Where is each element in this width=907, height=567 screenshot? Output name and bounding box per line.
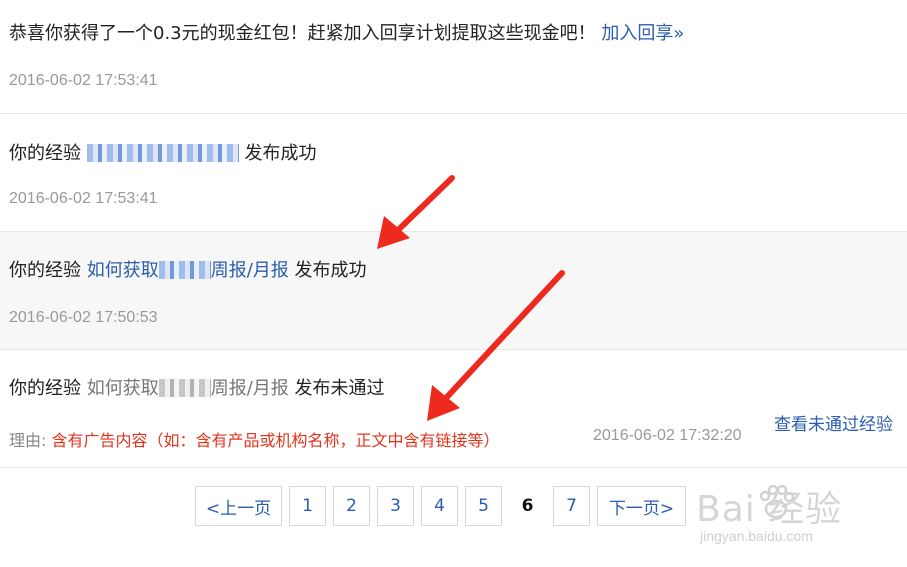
message-timestamp: 2016-06-02 17:32:20 xyxy=(593,427,742,444)
current-page-indicator: 6 xyxy=(521,496,534,516)
baidu-jingyan-watermark: Bai 经验 jingyan.baidu.com xyxy=(696,478,896,558)
message-prefix: 你的经验 xyxy=(9,143,81,164)
message-status: 发布未通过 xyxy=(294,378,385,399)
paw-icon xyxy=(759,484,795,519)
view-rejected-experience-link[interactable]: 查看未通过经验 xyxy=(774,410,893,435)
message-text: 恭喜你获得了一个0.3元的现金红包！赶紧加入回享计划提取这些现金吧！ 加入回享» xyxy=(9,22,684,46)
page-2-button[interactable]: 2 xyxy=(333,486,370,526)
next-page-button[interactable]: 下一页> xyxy=(597,486,686,526)
experience-title-start: 如何获取 xyxy=(86,378,159,399)
join-program-link[interactable]: 加入回享» xyxy=(601,23,684,44)
prev-page-button[interactable]: <上一页 xyxy=(195,486,282,526)
experience-title-link[interactable]: 如何获取 周报/月报 xyxy=(87,260,289,281)
watermark-url: jingyan.baidu.com xyxy=(700,528,813,544)
message-item-rejected: 你的经验 如何获取 周报/月报 发布未通过 理由: 含有广告内容（如：含有产品或机… xyxy=(0,350,907,468)
experience-title-end: 周报/月报 xyxy=(210,378,289,399)
message-status: 发布成功 xyxy=(294,260,367,281)
page-5-button[interactable]: 5 xyxy=(465,486,502,526)
reason-label: 理由: xyxy=(9,431,47,450)
pagination: <上一页 1 2 3 4 5 6 7 下一页> xyxy=(195,486,693,526)
message-text: 你的经验 如何获取 周报/月报 发布未通过 xyxy=(9,377,385,401)
message-prefix: 你的经验 xyxy=(9,378,81,399)
experience-title-start: 如何获取 xyxy=(86,260,159,281)
message-status: 发布成功 xyxy=(244,143,317,164)
message-prefix: 你的经验 xyxy=(9,260,81,281)
blurred-title-segment xyxy=(158,261,211,279)
red-packet-text: 恭喜你获得了一个0.3元的现金红包！赶紧加入回享计划提取这些现金吧！ xyxy=(9,23,596,44)
rejection-reason: 理由: 含有广告内容（如：含有产品或机构名称，正文中含有链接等） xyxy=(9,427,500,451)
message-item-red-packet: 恭喜你获得了一个0.3元的现金红包！赶紧加入回享计划提取这些现金吧！ 加入回享»… xyxy=(0,0,907,114)
blurred-experience-title-link[interactable] xyxy=(86,144,239,162)
page-3-button[interactable]: 3 xyxy=(377,486,414,526)
reason-text: 含有广告内容（如：含有产品或机构名称，正文中含有链接等） xyxy=(51,431,500,450)
message-text: 你的经验 如何获取 周报/月报 发布成功 xyxy=(9,259,367,283)
message-text: 你的经验 发布成功 xyxy=(9,142,316,166)
message-item-published-2: 你的经验 如何获取 周报/月报 发布成功 2016-06-02 17:50:53 xyxy=(0,232,907,350)
message-timestamp: 2016-06-02 17:50:53 xyxy=(9,309,158,326)
page-1-button[interactable]: 1 xyxy=(289,486,326,526)
page-4-button[interactable]: 4 xyxy=(421,486,458,526)
watermark-logo: Bai 经验 xyxy=(696,489,843,530)
message-item-published-1: 你的经验 发布成功 2016-06-02 17:53:41 xyxy=(0,114,907,232)
rejected-experience-title: 如何获取 周报/月报 xyxy=(87,378,289,399)
page-7-button[interactable]: 7 xyxy=(553,486,590,526)
message-timestamp: 2016-06-02 17:53:41 xyxy=(9,190,158,207)
message-timestamp: 2016-06-02 17:53:41 xyxy=(9,72,158,89)
blurred-title-segment xyxy=(158,379,211,397)
experience-title-end: 周报/月报 xyxy=(210,260,289,281)
